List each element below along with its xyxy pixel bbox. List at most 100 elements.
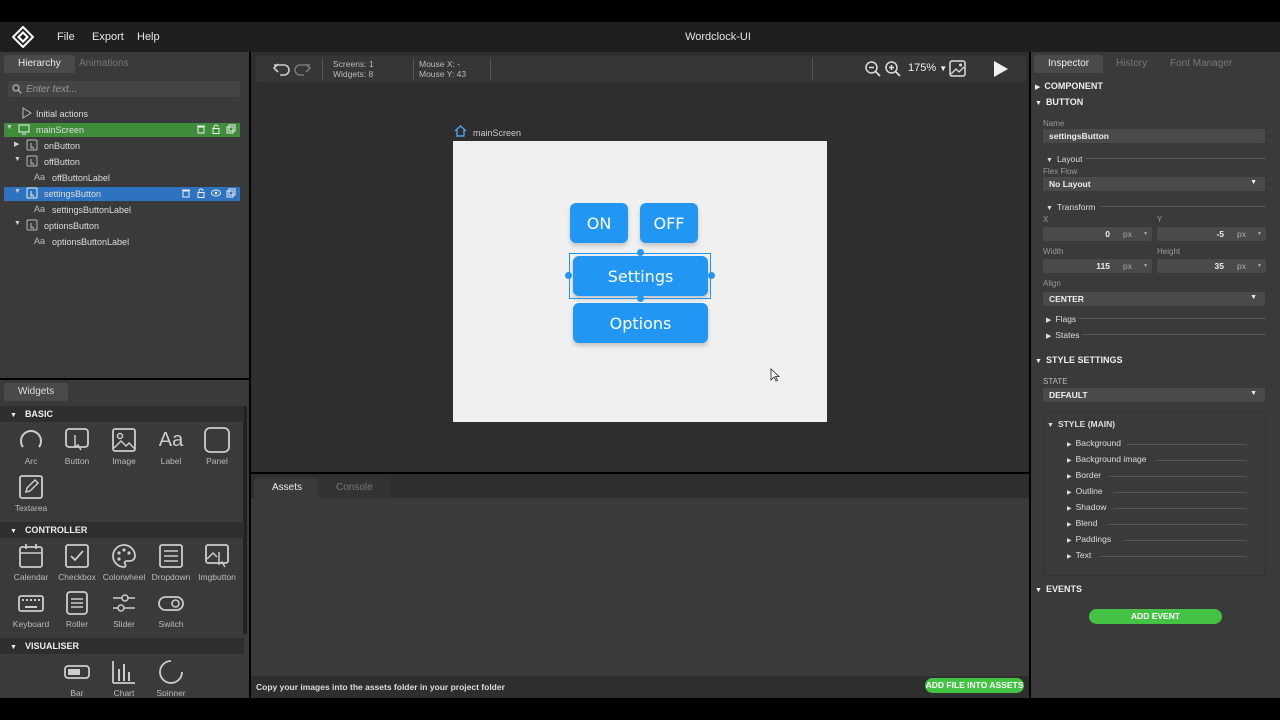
screens-count: Screens: 1 bbox=[333, 59, 374, 69]
redo-icon[interactable] bbox=[292, 59, 312, 79]
subsection-layout[interactable]: ▼ Layout bbox=[1046, 154, 1082, 164]
tree-row-mainscreen[interactable]: ▼ mainScreen bbox=[4, 123, 240, 137]
selection-box[interactable] bbox=[569, 253, 711, 299]
tree-row-optionsbutton[interactable]: ▼ optionsButton bbox=[4, 219, 240, 233]
section-button[interactable]: ▼ BUTTON bbox=[1035, 97, 1083, 107]
canvas-off-button[interactable]: OFF bbox=[640, 203, 698, 243]
section-controller[interactable]: ▼ CONTROLLER bbox=[0, 522, 244, 538]
zoom-in-icon[interactable] bbox=[884, 60, 902, 78]
button-widget-icon bbox=[26, 139, 38, 151]
lock-icon[interactable] bbox=[211, 124, 221, 134]
section-style-settings[interactable]: ▼ STYLE SETTINGS bbox=[1035, 355, 1122, 365]
widget-image[interactable]: Image bbox=[102, 427, 146, 466]
widgets-scrollbar[interactable] bbox=[243, 406, 247, 634]
tab-font-manager[interactable]: Font Manager bbox=[1156, 55, 1246, 73]
add-event-button[interactable]: ADD EVENT bbox=[1089, 609, 1222, 624]
resize-handle-bottom[interactable] bbox=[637, 295, 644, 302]
x-input[interactable]: 0 px ▾ bbox=[1043, 227, 1152, 241]
resize-handle-left[interactable] bbox=[565, 272, 572, 279]
trash-icon[interactable] bbox=[181, 188, 191, 198]
widget-dropdown[interactable]: Dropdown bbox=[149, 543, 193, 582]
widget-calendar[interactable]: Calendar bbox=[9, 543, 53, 582]
tree-row-settingsbutton[interactable]: ▼ settingsButton bbox=[4, 187, 240, 201]
state-dropdown[interactable]: DEFAULT ▼ bbox=[1043, 388, 1265, 402]
screen-icon bbox=[18, 124, 30, 135]
expand-arrow-icon[interactable]: ▼ bbox=[14, 220, 21, 227]
undo-icon[interactable] bbox=[272, 59, 292, 79]
fit-screen-icon[interactable] bbox=[949, 60, 966, 77]
expand-arrow-icon[interactable]: ▼ bbox=[14, 156, 21, 163]
widget-colorwheel[interactable]: Colorwheel bbox=[102, 543, 146, 582]
resize-handle-top[interactable] bbox=[637, 249, 644, 256]
tab-animations[interactable]: Animations bbox=[65, 55, 142, 73]
widget-spinner[interactable]: Spinner bbox=[149, 659, 193, 696]
tab-console[interactable]: Console bbox=[318, 478, 391, 498]
style-item-outline[interactable]: ▶ Outline bbox=[1067, 486, 1247, 496]
tab-inspector[interactable]: Inspector bbox=[1034, 55, 1104, 73]
duplicate-icon[interactable] bbox=[226, 188, 236, 198]
tab-history[interactable]: History bbox=[1102, 55, 1161, 73]
style-item-paddings[interactable]: ▶ Paddings bbox=[1067, 534, 1247, 544]
style-item-border[interactable]: ▶ Border bbox=[1067, 470, 1247, 480]
widget-arc[interactable]: Arc bbox=[9, 427, 53, 466]
style-item-blend[interactable]: ▶ Blend bbox=[1067, 518, 1247, 528]
widget-label[interactable]: Aa Label bbox=[149, 427, 193, 466]
tree-row-settingsbuttonlabel[interactable]: Aa settingsButtonLabel bbox=[4, 203, 240, 217]
subsection-states[interactable]: ▶ States bbox=[1046, 330, 1080, 340]
name-field[interactable]: settingsButton bbox=[1043, 129, 1265, 143]
zoom-out-icon[interactable] bbox=[864, 60, 882, 78]
widget-roller[interactable]: Roller bbox=[55, 590, 99, 629]
trash-icon[interactable] bbox=[196, 124, 206, 134]
tree-label: offButton bbox=[44, 157, 80, 167]
duplicate-icon[interactable] bbox=[226, 124, 236, 134]
widget-chart[interactable]: Chart bbox=[102, 659, 146, 696]
subsection-transform[interactable]: ▼ Transform bbox=[1046, 202, 1095, 212]
tab-assets[interactable]: Assets bbox=[254, 478, 321, 498]
lock-icon[interactable] bbox=[196, 188, 206, 198]
subsection-flags[interactable]: ▶ Flags bbox=[1046, 314, 1076, 324]
style-item-background[interactable]: ▶ Background bbox=[1067, 438, 1247, 448]
style-item-text[interactable]: ▶ Text bbox=[1067, 550, 1247, 560]
tab-widgets[interactable]: Widgets bbox=[4, 383, 69, 401]
width-input[interactable]: 115 px ▾ bbox=[1043, 259, 1152, 273]
section-visualiser[interactable]: ▼ VISUALISER bbox=[0, 638, 244, 654]
tree-row-initial-actions[interactable]: Initial actions bbox=[4, 107, 240, 121]
widget-button[interactable]: Button bbox=[55, 427, 99, 466]
style-item-shadow[interactable]: ▶ Shadow bbox=[1067, 502, 1247, 512]
zoom-level-dropdown[interactable]: 175% ▼ bbox=[908, 62, 947, 74]
play-icon[interactable] bbox=[990, 59, 1010, 79]
expand-arrow-icon[interactable]: ▼ bbox=[14, 188, 21, 195]
y-input[interactable]: -5 px ▾ bbox=[1157, 227, 1266, 241]
tree-row-onbutton[interactable]: ▶ onButton bbox=[4, 139, 240, 153]
inspector-panel bbox=[1031, 52, 1280, 698]
eye-icon[interactable] bbox=[211, 188, 221, 198]
widget-checkbox[interactable]: Checkbox bbox=[55, 543, 99, 582]
hierarchy-search-input[interactable] bbox=[26, 81, 236, 97]
expand-arrow-icon[interactable]: ▼ bbox=[6, 124, 13, 131]
flex-flow-dropdown[interactable]: No Layout ▼ bbox=[1043, 177, 1265, 191]
style-item-background-image[interactable]: ▶ Background image bbox=[1067, 454, 1247, 464]
canvas-options-button[interactable]: Options bbox=[573, 303, 708, 343]
widget-imgbutton[interactable]: Imgbutton bbox=[195, 543, 239, 582]
hierarchy-search[interactable] bbox=[8, 81, 240, 97]
subsection-style-main[interactable]: ▼ STYLE (MAIN) bbox=[1047, 419, 1115, 429]
widget-switch[interactable]: Switch bbox=[149, 590, 193, 629]
resize-handle-right[interactable] bbox=[708, 272, 715, 279]
section-component[interactable]: ▶ COMPONENT bbox=[1035, 81, 1103, 91]
widget-panel[interactable]: Panel bbox=[195, 427, 239, 466]
canvas-on-button[interactable]: ON bbox=[570, 203, 628, 243]
widget-keyboard[interactable]: Keyboard bbox=[9, 590, 53, 629]
widget-bar[interactable]: Bar bbox=[55, 659, 99, 696]
section-events[interactable]: ▼ EVENTS bbox=[1035, 584, 1082, 594]
height-input[interactable]: 35 px ▾ bbox=[1157, 259, 1266, 273]
widget-textarea[interactable]: Textarea bbox=[9, 474, 53, 513]
expand-arrow-icon[interactable]: ▶ bbox=[14, 140, 19, 148]
section-basic[interactable]: ▼ BASIC bbox=[0, 406, 244, 422]
align-dropdown[interactable]: CENTER ▼ bbox=[1043, 292, 1265, 306]
add-file-into-assets-button[interactable]: ADD FILE INTO ASSETS bbox=[925, 678, 1024, 693]
tree-row-optionsbuttonlabel[interactable]: Aa optionsButtonLabel bbox=[4, 235, 240, 249]
tree-row-offbuttonlabel[interactable]: Aa offButtonLabel bbox=[4, 171, 240, 185]
image-icon bbox=[112, 428, 136, 452]
tree-row-offbutton[interactable]: ▼ offButton bbox=[4, 155, 240, 169]
widget-slider[interactable]: Slider bbox=[102, 590, 146, 629]
